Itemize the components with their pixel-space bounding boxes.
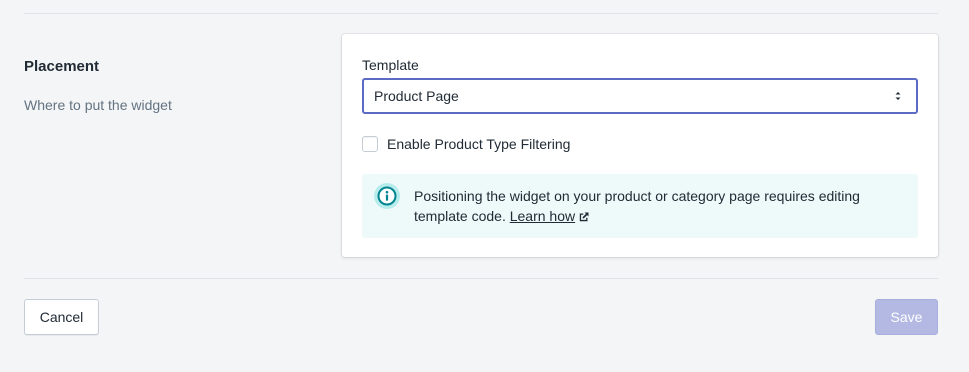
product-type-filtering-checkbox-row[interactable]: Enable Product Type Filtering xyxy=(362,134,570,154)
external-link-icon[interactable] xyxy=(579,212,589,222)
product-type-filtering-label[interactable]: Enable Product Type Filtering xyxy=(387,134,570,154)
learn-how-link[interactable]: Learn how xyxy=(510,208,575,224)
info-banner: Positioning the widget on your product o… xyxy=(362,174,918,238)
template-label: Template xyxy=(362,57,419,73)
banner-message: Positioning the widget on your product o… xyxy=(414,188,860,224)
save-button[interactable]: Save xyxy=(875,299,938,335)
template-select-value: Product Page xyxy=(374,88,459,104)
info-icon xyxy=(374,183,400,209)
section-title: Placement xyxy=(24,58,100,75)
cancel-button[interactable]: Cancel xyxy=(24,299,99,335)
placement-card: Template Product Page Enable Product Typ… xyxy=(342,34,938,257)
template-select[interactable]: Product Page xyxy=(362,78,918,114)
section-description: Where to put the widget xyxy=(24,97,172,113)
top-divider xyxy=(24,13,938,14)
select-arrows-icon xyxy=(895,92,901,100)
banner-text: Positioning the widget on your product o… xyxy=(414,186,904,226)
section-info: Placement Where to put the widget xyxy=(24,57,304,115)
bottom-divider xyxy=(24,278,938,279)
product-type-filtering-checkbox[interactable] xyxy=(362,136,378,152)
